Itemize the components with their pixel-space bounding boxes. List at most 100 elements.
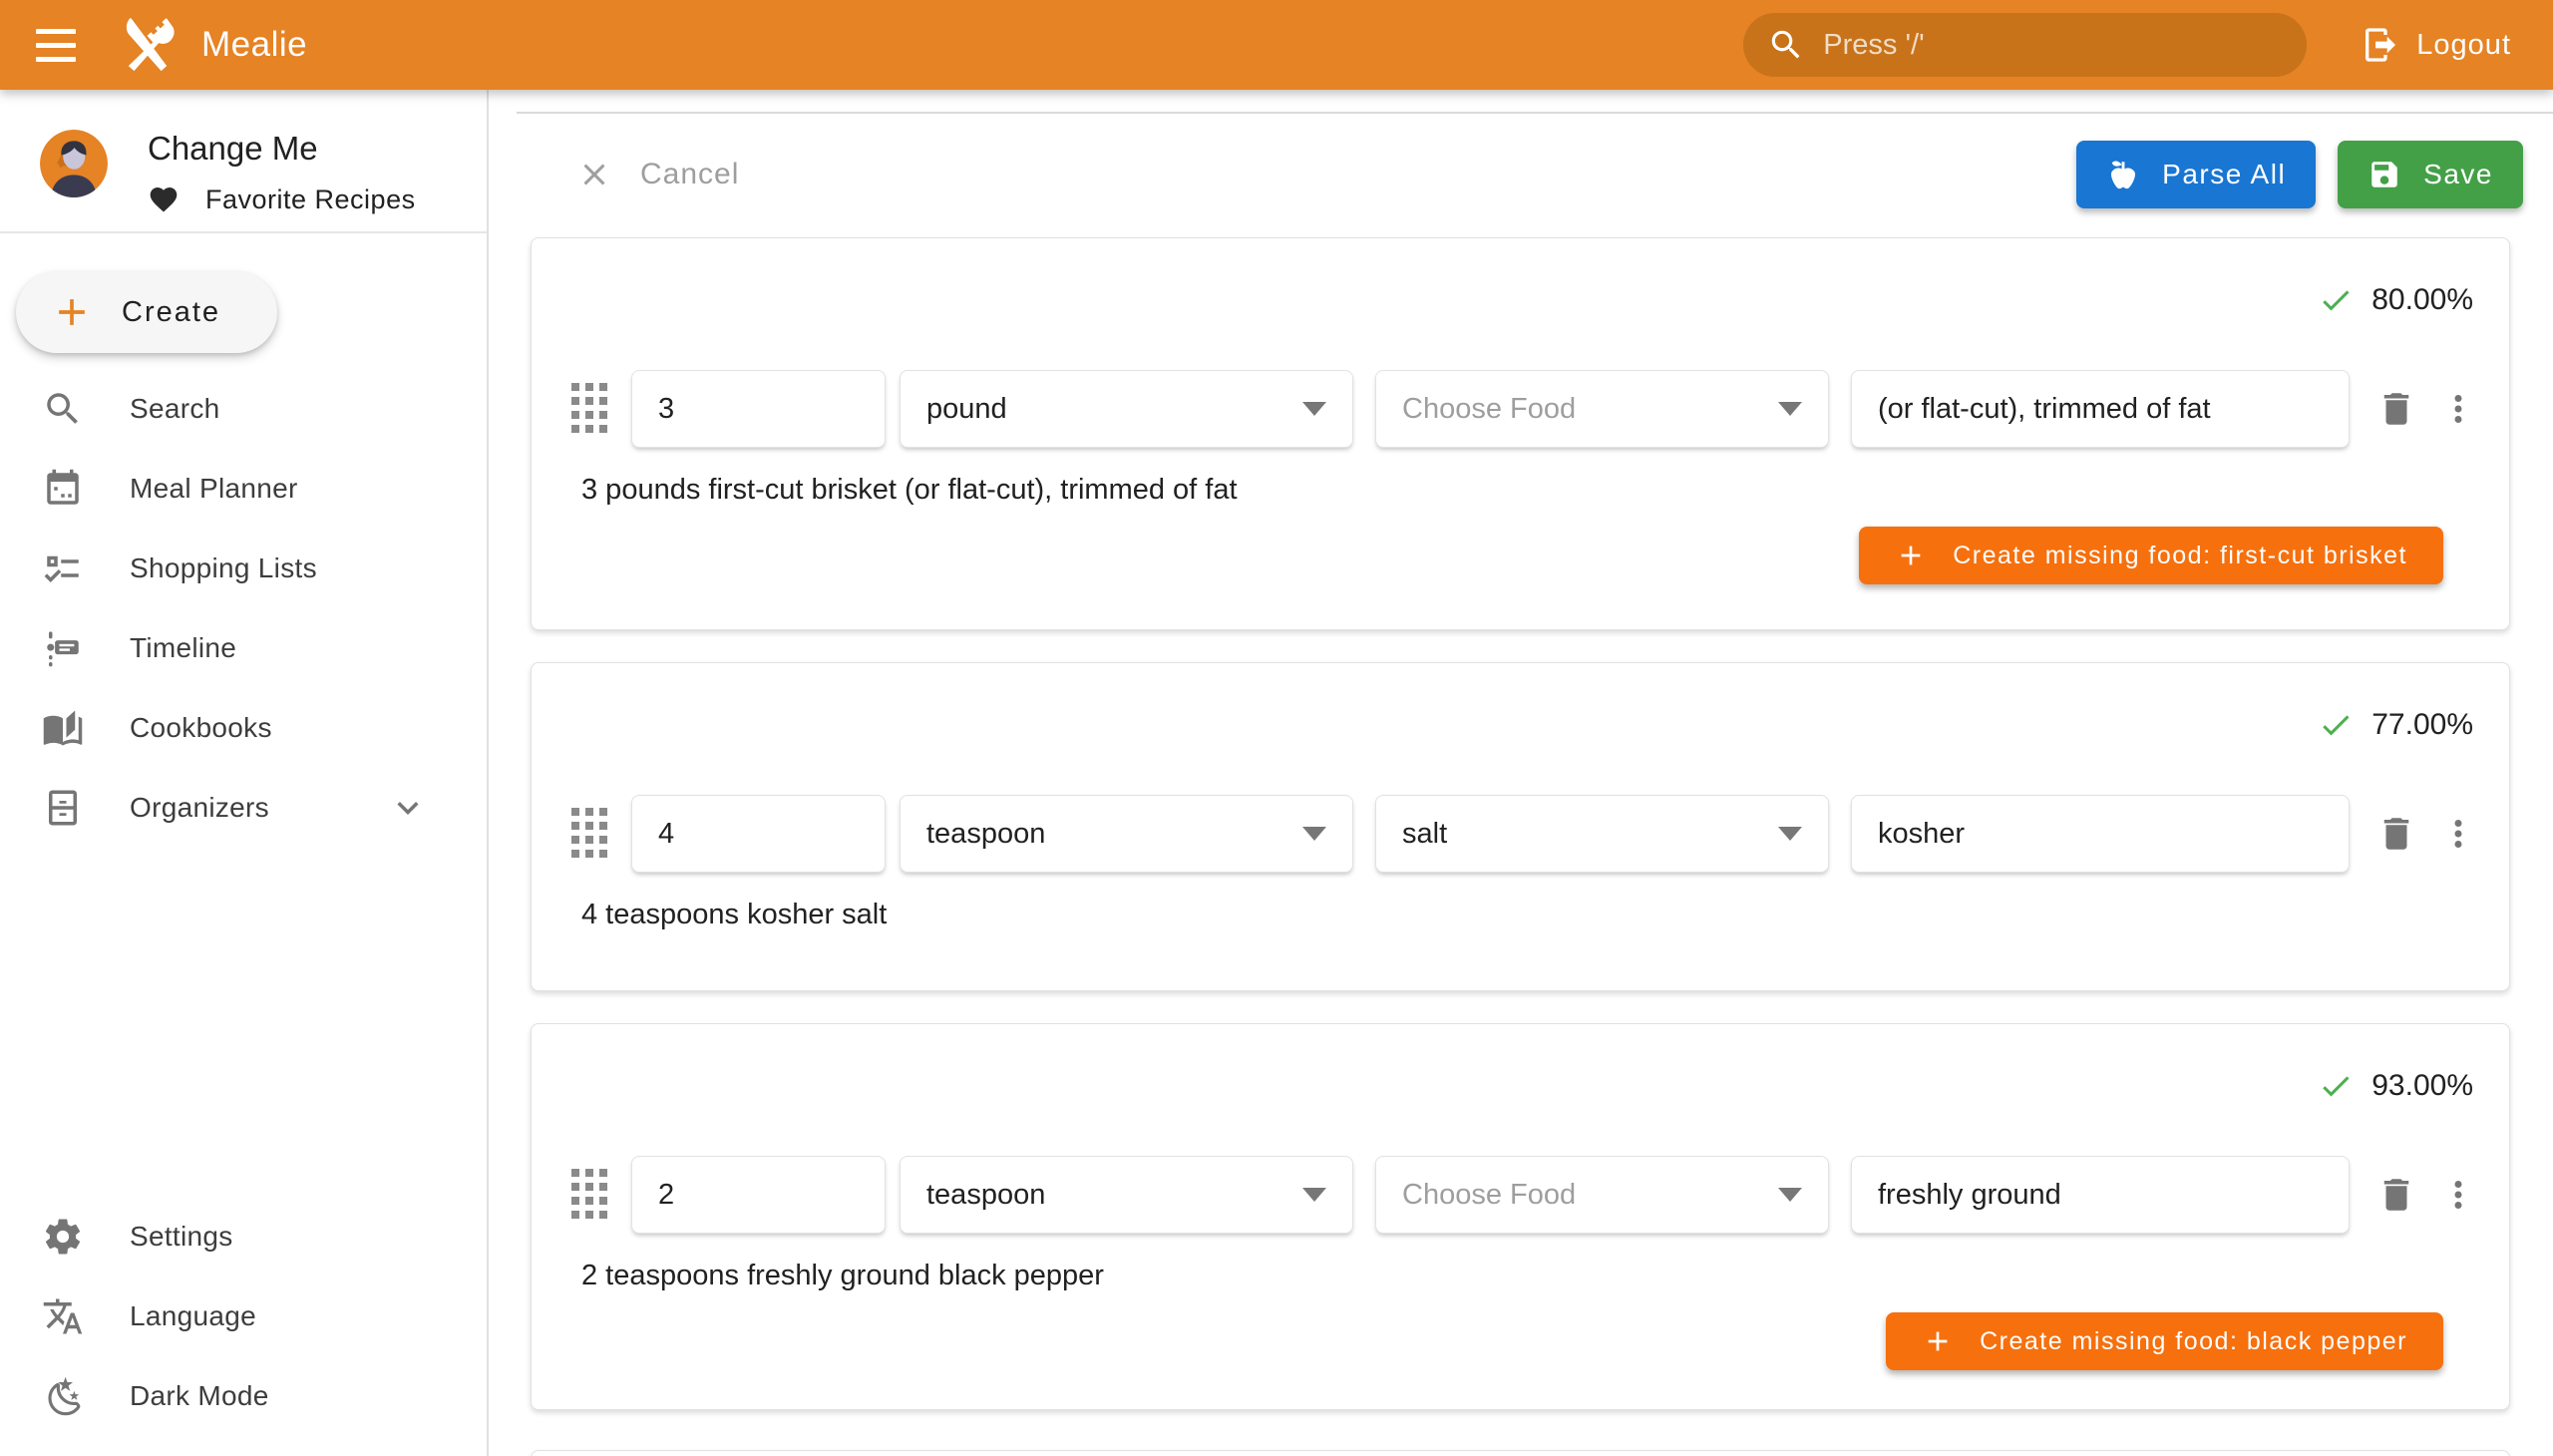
sidebar-item-label: Dark Mode — [130, 1380, 269, 1412]
sidebar-item-label: Organizers — [130, 792, 269, 824]
caret-down-icon — [1778, 1188, 1802, 1202]
plus-icon — [50, 290, 94, 334]
menu-icon[interactable] — [26, 15, 86, 75]
user-name: Change Me — [148, 130, 416, 168]
unit-select[interactable]: teaspoon — [900, 1156, 1353, 1234]
trash-icon — [2375, 388, 2417, 430]
caret-down-icon — [1302, 827, 1326, 841]
kebab-icon — [2437, 813, 2479, 855]
create-missing-food-button[interactable]: Create missing food: first-cut brisket — [1859, 527, 2443, 584]
unit-select[interactable]: pound — [900, 370, 1353, 448]
confidence-row: 77.00% — [532, 663, 2509, 743]
close-icon — [576, 157, 612, 192]
cancel-label: Cancel — [640, 158, 739, 191]
sidebar: Change Me Favorite Recipes Create Search — [0, 90, 489, 1456]
drag-handle-icon[interactable] — [569, 1167, 609, 1223]
ingredient-card: 80.00% pound Choose Food — [531, 237, 2510, 630]
food-select[interactable]: Choose Food — [1375, 370, 1829, 448]
original-ingredient-text: 2 teaspoons freshly ground black pepper — [581, 1260, 2509, 1292]
magnify-icon — [42, 388, 84, 430]
sidebar-item-meal-planner[interactable]: Meal Planner — [0, 449, 487, 529]
confidence-value: 77.00% — [2371, 708, 2473, 742]
check-icon — [2318, 1068, 2354, 1104]
search-icon — [1767, 26, 1805, 64]
sidebar-item-organizers[interactable]: Organizers — [0, 768, 487, 848]
more-options-button[interactable] — [2437, 1174, 2479, 1216]
food-placeholder: Choose Food — [1402, 1179, 1576, 1212]
sidebar-item-dark-mode[interactable]: Dark Mode — [0, 1356, 487, 1436]
kebab-icon — [2437, 1174, 2479, 1216]
list-checks-icon — [42, 547, 84, 589]
sidebar-item-settings[interactable]: Settings — [0, 1197, 487, 1276]
note-input[interactable] — [1851, 370, 2350, 448]
delete-button[interactable] — [2375, 1174, 2417, 1216]
sidebar-item-label: Language — [130, 1300, 256, 1332]
create-missing-food-button[interactable]: Create missing food: black pepper — [1886, 1312, 2443, 1370]
unit-value: teaspoon — [926, 1179, 1045, 1212]
sidebar-item-language[interactable]: Language — [0, 1276, 487, 1356]
note-input[interactable] — [1851, 795, 2350, 873]
sidebar-item-label: Timeline — [130, 632, 236, 664]
save-icon — [2368, 158, 2401, 191]
logout-icon — [2361, 25, 2400, 65]
search-placeholder: Press '/' — [1823, 29, 1924, 62]
food-placeholder: Choose Food — [1402, 393, 1576, 426]
confidence-value: 93.00% — [2371, 1069, 2473, 1103]
app-bar: Mealie Press '/' Logout — [0, 0, 2553, 90]
create-label: Create — [122, 296, 220, 329]
moon-stars-icon — [42, 1375, 84, 1417]
parser-toolbar: Cancel Parse All Save — [491, 114, 2553, 235]
check-icon — [2318, 282, 2354, 318]
food-select[interactable]: salt — [1375, 795, 1829, 873]
heart-icon — [148, 183, 180, 215]
create-button[interactable]: Create — [16, 271, 277, 353]
note-input[interactable] — [1851, 1156, 2350, 1234]
cancel-button[interactable]: Cancel — [576, 157, 739, 192]
sidebar-item-label: Settings — [130, 1221, 233, 1253]
app-title: Mealie — [201, 25, 307, 65]
logout-label: Logout — [2416, 29, 2511, 62]
save-button[interactable]: Save — [2338, 141, 2523, 208]
original-ingredient-text: 4 teaspoons kosher salt — [581, 899, 2509, 931]
more-options-button[interactable] — [2437, 813, 2479, 855]
sidebar-item-timeline[interactable]: Timeline — [0, 608, 487, 688]
quantity-input[interactable] — [631, 370, 886, 448]
delete-button[interactable] — [2375, 388, 2417, 430]
sidebar-divider — [0, 231, 487, 233]
drag-handle-icon[interactable] — [569, 381, 609, 437]
quantity-input[interactable] — [631, 1156, 886, 1234]
sidebar-item-label: Shopping Lists — [130, 552, 317, 584]
food-value: salt — [1402, 818, 1447, 851]
original-ingredient-text: 3 pounds first-cut brisket (or flat-cut)… — [581, 474, 2509, 507]
quantity-input[interactable] — [631, 795, 886, 873]
caret-down-icon — [1778, 402, 1802, 416]
ingredient-card-partial — [531, 1450, 2510, 1456]
more-options-button[interactable] — [2437, 388, 2479, 430]
unit-select[interactable]: teaspoon — [900, 795, 1353, 873]
sidebar-item-shopping-lists[interactable]: Shopping Lists — [0, 529, 487, 608]
sidebar-item-search[interactable]: Search — [0, 369, 487, 449]
delete-button[interactable] — [2375, 813, 2417, 855]
chevron-down-icon[interactable] — [387, 787, 429, 829]
kebab-icon — [2437, 388, 2479, 430]
favorites-label: Favorite Recipes — [205, 184, 416, 215]
gear-icon — [42, 1216, 84, 1258]
apple-icon — [2106, 158, 2140, 191]
food-select[interactable]: Choose Food — [1375, 1156, 1829, 1234]
timeline-icon — [42, 627, 84, 669]
plus-icon — [1895, 540, 1927, 571]
unit-value: teaspoon — [926, 818, 1045, 851]
mealie-logo-icon — [116, 13, 180, 77]
user-block[interactable]: Change Me Favorite Recipes — [0, 90, 487, 231]
missing-food-label: Create missing food: black pepper — [1980, 1327, 2407, 1356]
logout-button[interactable]: Logout — [2345, 25, 2527, 65]
unit-value: pound — [926, 393, 1007, 426]
ingredient-card: 93.00% teaspoon Choose Food — [531, 1023, 2510, 1410]
sidebar-item-label: Cookbooks — [130, 712, 272, 744]
parse-all-button[interactable]: Parse All — [2076, 141, 2316, 208]
sidebar-item-cookbooks[interactable]: Cookbooks — [0, 688, 487, 768]
translate-icon — [42, 1295, 84, 1337]
search-input[interactable]: Press '/' — [1743, 13, 2307, 77]
drag-handle-icon[interactable] — [569, 806, 609, 862]
favorite-recipes-link[interactable]: Favorite Recipes — [148, 183, 416, 215]
